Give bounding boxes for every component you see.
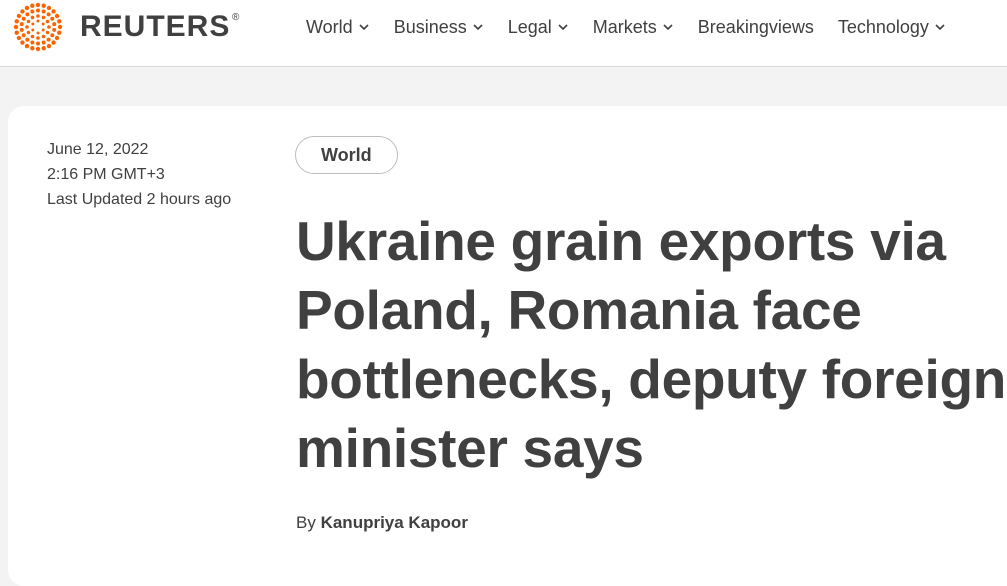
nav-item-label: World	[306, 17, 353, 37]
last-updated: Last Updated 2 hours ago	[47, 191, 232, 208]
byline: By Kanupriya Kapoor	[296, 513, 468, 533]
reuters-dots-logo-icon	[8, 2, 68, 52]
top-navigation-bar: REUTERS ® World Business Legal Markets Br…	[0, 0, 1007, 67]
nav-item-label: Business	[393, 17, 467, 37]
nav-item-breakingviews[interactable]: Breakingviews	[698, 14, 814, 40]
nav-item-world[interactable]: World	[306, 14, 370, 40]
publish-date: June 12, 2022	[47, 141, 149, 158]
nav-item-label: Technology	[837, 17, 929, 37]
chevron-down-icon	[663, 24, 673, 31]
nav-item-label: Breakingviews	[697, 17, 814, 37]
reuters-logo[interactable]: REUTERS ®	[8, 2, 241, 52]
publish-time: 2:16 PM GMT+3	[47, 166, 165, 183]
article-headline: Ukraine grain exports via Poland, Romani…	[296, 210, 1007, 479]
nav-item-technology[interactable]: Technology	[838, 14, 946, 40]
chevron-down-icon	[359, 24, 369, 31]
nav-item-business[interactable]: Business	[394, 14, 484, 40]
nav-item-label: Markets	[592, 17, 657, 37]
byline-prefix: By	[296, 513, 316, 532]
main-nav: World Business Legal Markets Breakingvie…	[306, 14, 946, 40]
chevron-down-icon	[473, 24, 483, 31]
nav-item-legal[interactable]: Legal	[508, 14, 569, 40]
section-tag-label: World	[321, 144, 372, 165]
section-tag-world[interactable]: World	[295, 136, 398, 174]
article-meta: June 12, 2022 2:16 PM GMT+3 Last Updated…	[47, 137, 231, 212]
nav-item-label: Legal	[507, 17, 552, 37]
brand-wordmark: REUTERS ®	[80, 10, 241, 43]
registered-mark: ®	[231, 12, 241, 23]
chevron-down-icon	[935, 24, 945, 31]
chevron-down-icon	[558, 24, 568, 31]
nav-item-markets[interactable]: Markets	[593, 14, 674, 40]
author-link[interactable]: Kanupriya Kapoor	[321, 513, 468, 532]
